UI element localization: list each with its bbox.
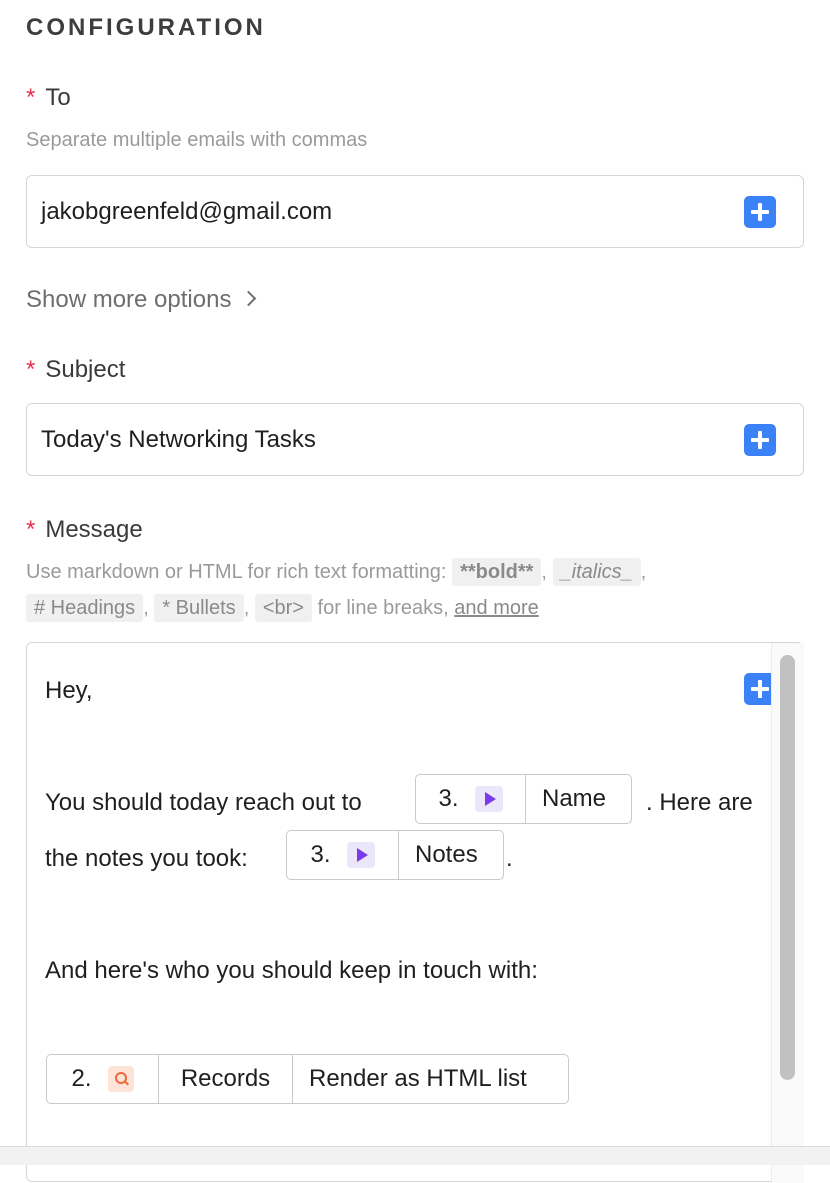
name-token[interactable]: 3. Name: [415, 774, 632, 824]
token-step: 3.: [287, 831, 399, 879]
message-editor[interactable]: Hey, You should today reach out to 3. Na…: [26, 642, 804, 1183]
to-label-text: To: [45, 84, 71, 111]
hint-prefix: Use markdown or HTML for rich text forma…: [26, 561, 447, 583]
token-field: Records: [159, 1055, 293, 1103]
show-more-options-toggle[interactable]: Show more options: [26, 286, 257, 314]
subject-label: * Subject: [26, 356, 125, 384]
token-step-number: 3.: [438, 785, 459, 812]
required-mark: *: [26, 356, 36, 383]
hint-br-code: <br>: [254, 594, 312, 622]
message-label: * Message: [26, 516, 143, 544]
message-hint-line1: Use markdown or HTML for rich text forma…: [26, 558, 647, 586]
required-mark: *: [26, 516, 36, 543]
subject-field[interactable]: Today's Networking Tasks: [26, 403, 804, 476]
token-field-label: Name: [542, 785, 607, 812]
required-mark: *: [26, 84, 36, 111]
subject-label-text: Subject: [45, 356, 126, 383]
token-field-label: Notes: [415, 841, 478, 868]
message-scrollbar[interactable]: [771, 643, 804, 1183]
token-step-number: 2.: [71, 1065, 92, 1092]
token-field: Notes: [399, 831, 494, 879]
to-field-value[interactable]: jakobgreenfeld@gmail.com: [41, 198, 332, 226]
section-title: CONFIGURATION: [26, 14, 266, 41]
subject-field-value[interactable]: Today's Networking Tasks: [41, 426, 316, 454]
token-format-label: Render as HTML list: [309, 1065, 527, 1092]
hint-sep: ,: [143, 597, 149, 619]
token-step-number: 3.: [310, 841, 331, 868]
token-field: Name: [526, 775, 622, 823]
to-insert-data-button[interactable]: [744, 196, 776, 228]
message-line2-after: .: [506, 845, 513, 872]
token-format: Render as HTML list: [293, 1055, 543, 1103]
hint-suffix: for line breaks,: [317, 597, 449, 619]
hint-bold-code: **bold**: [452, 558, 542, 586]
token-step: 2.: [47, 1055, 159, 1103]
message-label-text: Message: [45, 516, 143, 543]
and-more-link[interactable]: and more: [454, 597, 539, 619]
message-hint-line2: # Headings, * Bullets, <br> for line bre…: [26, 594, 539, 622]
hint-headings-code: # Headings: [26, 594, 144, 622]
to-hint: Separate multiple emails with commas: [26, 129, 368, 151]
play-icon: [474, 786, 503, 812]
hint-sep: ,: [640, 561, 647, 583]
message-greeting: Hey,: [45, 677, 93, 704]
message-line2-text: the notes you took:: [45, 845, 248, 872]
message-line1-after: . Here are: [646, 789, 753, 816]
message-line3-text: And here's who you should keep in touch …: [45, 957, 538, 984]
to-field[interactable]: jakobgreenfeld@gmail.com: [26, 175, 804, 248]
hint-sep: ,: [243, 597, 250, 619]
token-field-label: Records: [180, 1065, 271, 1092]
hint-italics-code: _italics_: [552, 558, 641, 586]
play-icon: [346, 842, 375, 868]
to-label: * To: [26, 84, 71, 112]
bottom-edge: [0, 1146, 830, 1165]
show-more-options-label: Show more options: [26, 286, 232, 313]
hint-bullets-code: * Bullets: [154, 594, 244, 622]
subject-insert-data-button[interactable]: [744, 424, 776, 456]
chevron-right-icon: [241, 290, 257, 307]
scrollbar-thumb[interactable]: [780, 655, 795, 1080]
notes-token[interactable]: 3. Notes: [286, 830, 504, 880]
message-line1-text: You should today reach out to: [45, 789, 362, 816]
token-step: 3.: [416, 775, 526, 823]
records-token[interactable]: 2. Records Render as HTML list: [46, 1054, 569, 1104]
search-icon: [107, 1066, 134, 1092]
hint-sep: ,: [541, 561, 547, 583]
